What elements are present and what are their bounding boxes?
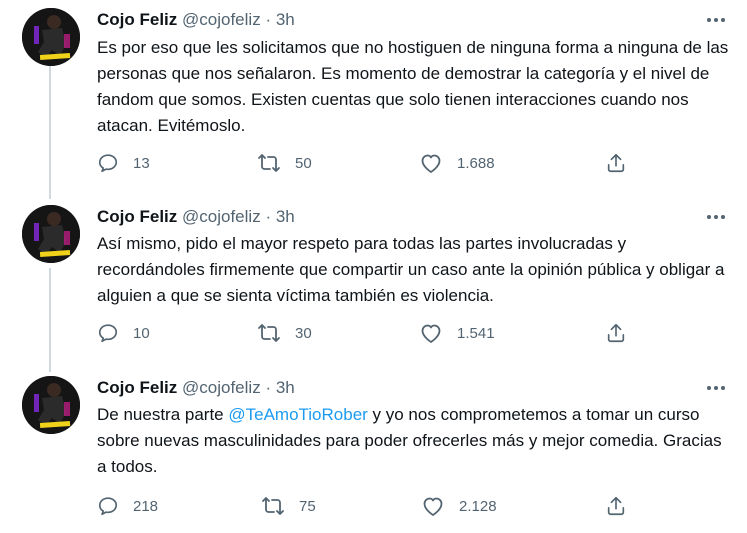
share-icon — [607, 323, 625, 343]
share-button[interactable] — [605, 321, 627, 345]
retweet-button[interactable]: 30 — [257, 321, 312, 345]
reply-button[interactable]: 13 — [97, 151, 150, 175]
like-button[interactable]: 1.541 — [419, 321, 495, 345]
share-button[interactable] — [605, 494, 627, 518]
author-name[interactable]: Cojo Feliz — [97, 10, 177, 29]
reply-count: 10 — [133, 324, 150, 342]
separator: · — [265, 10, 272, 29]
heart-icon — [421, 324, 441, 343]
author-handle[interactable]: @cojofeliz — [182, 378, 261, 397]
share-icon — [607, 496, 625, 516]
avatar[interactable] — [22, 205, 80, 263]
retweet-icon — [262, 497, 284, 515]
avatar-image — [22, 8, 80, 66]
like-button[interactable]: 2.128 — [421, 494, 497, 518]
tweet-actions: 13 50 1.688 — [97, 151, 637, 175]
timestamp[interactable]: 3h — [276, 207, 295, 226]
timestamp[interactable]: 3h — [276, 378, 295, 397]
reply-count: 13 — [133, 154, 150, 172]
retweet-button[interactable]: 50 — [257, 151, 312, 175]
reply-button[interactable]: 10 — [97, 321, 150, 345]
share-button[interactable] — [605, 151, 627, 175]
tweet-header: Cojo Feliz @cojofeliz · 3h — [97, 205, 295, 229]
reply-icon — [98, 324, 118, 343]
tweet-actions: 10 30 1.541 — [97, 321, 637, 345]
more-icon — [707, 215, 725, 219]
tweet-header: Cojo Feliz @cojofeliz · 3h — [97, 376, 295, 400]
mention-link[interactable]: @TeAmoTioRober — [228, 405, 367, 424]
avatar[interactable] — [22, 376, 80, 434]
tweet[interactable]: Cojo Feliz @cojofeliz · 3h De nuestra pa… — [0, 376, 747, 526]
heart-icon — [421, 154, 441, 173]
reply-icon — [98, 154, 118, 173]
separator: · — [265, 378, 272, 397]
more-options-button[interactable] — [704, 207, 728, 227]
more-icon — [707, 386, 725, 390]
reply-count: 218 — [133, 497, 159, 515]
tweet[interactable]: Cojo Feliz @cojofeliz · 3h Así mismo, pi… — [0, 205, 747, 355]
retweet-count: 75 — [299, 497, 316, 515]
retweet-icon — [258, 154, 280, 172]
more-options-button[interactable] — [704, 10, 728, 30]
like-count: 1.541 — [457, 324, 495, 342]
like-count: 1.688 — [457, 154, 495, 172]
retweet-button[interactable]: 75 — [261, 494, 316, 518]
tweet-text: De nuestra parte @TeAmoTioRober y yo nos… — [97, 402, 732, 480]
reply-icon — [98, 497, 118, 516]
reply-button[interactable]: 218 — [97, 494, 158, 518]
like-button[interactable]: 1.688 — [419, 151, 495, 175]
separator: · — [265, 207, 272, 226]
author-name[interactable]: Cojo Feliz — [97, 207, 177, 226]
tweet-text-content: Es por eso que les solicitamos que no ho… — [97, 38, 729, 135]
tweet-text-content: Así mismo, pido el mayor respeto para to… — [97, 234, 725, 305]
tweet-text: Es por eso que les solicitamos que no ho… — [97, 35, 732, 139]
author-name[interactable]: Cojo Feliz — [97, 378, 177, 397]
author-handle[interactable]: @cojofeliz — [182, 10, 261, 29]
tweet[interactable]: Cojo Feliz @cojofeliz · 3h Es por eso qu… — [0, 8, 747, 188]
tweet-header: Cojo Feliz @cojofeliz · 3h — [97, 8, 295, 32]
retweet-count: 30 — [295, 324, 312, 342]
avatar-image — [22, 205, 80, 263]
avatar[interactable] — [22, 8, 80, 66]
author-handle[interactable]: @cojofeliz — [182, 207, 261, 226]
tweet-actions: 218 75 2.128 — [97, 494, 637, 518]
retweet-icon — [258, 324, 280, 342]
tweet-text: Así mismo, pido el mayor respeto para to… — [97, 231, 732, 309]
like-count: 2.128 — [459, 497, 497, 515]
share-icon — [607, 153, 625, 173]
tweet-text-before: De nuestra parte — [97, 405, 229, 424]
timestamp[interactable]: 3h — [276, 10, 295, 29]
avatar-image — [22, 376, 80, 434]
heart-icon — [423, 497, 443, 516]
more-options-button[interactable] — [704, 378, 728, 398]
more-icon — [707, 18, 725, 22]
retweet-count: 50 — [295, 154, 312, 172]
